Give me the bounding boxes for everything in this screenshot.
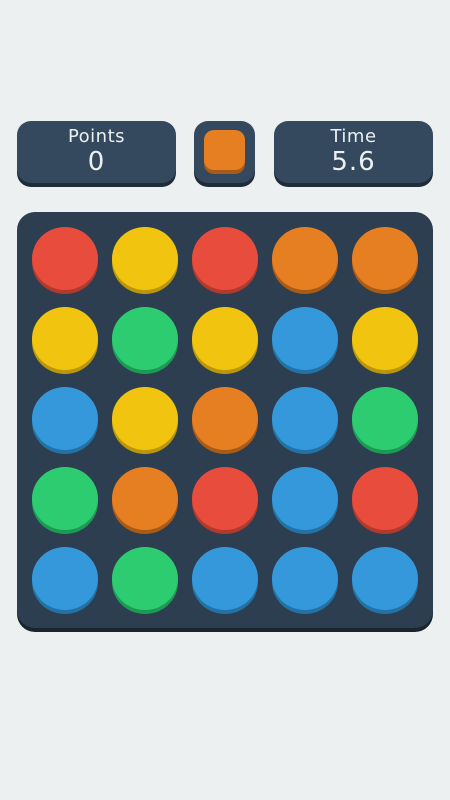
time-label: Time (330, 126, 377, 147)
game-screen: Points 0 Time 5.6 (0, 0, 450, 800)
dot-yellow[interactable] (32, 307, 98, 370)
dot-orange[interactable] (112, 467, 178, 530)
dot-orange[interactable] (352, 227, 418, 290)
points-label: Points (67, 126, 126, 147)
dot-red[interactable] (32, 227, 98, 290)
dot-blue[interactable] (272, 467, 338, 530)
points-panel: Points 0 (17, 121, 176, 183)
dot-blue[interactable] (272, 307, 338, 370)
target-color-swatch (204, 130, 245, 170)
dot-blue[interactable] (272, 547, 338, 610)
dot-yellow[interactable] (352, 307, 418, 370)
dot-orange[interactable] (192, 387, 258, 450)
dot-red[interactable] (352, 467, 418, 530)
dot-grid (32, 227, 418, 613)
dot-yellow[interactable] (192, 307, 258, 370)
game-board (17, 212, 433, 628)
dot-yellow[interactable] (112, 227, 178, 290)
dot-blue[interactable] (272, 387, 338, 450)
dot-green[interactable] (32, 467, 98, 530)
points-value: 0 (87, 147, 106, 177)
target-color-panel (194, 121, 255, 183)
time-value: 5.6 (331, 147, 376, 177)
dot-red[interactable] (192, 227, 258, 290)
dot-orange[interactable] (272, 227, 338, 290)
dot-yellow[interactable] (112, 387, 178, 450)
dot-blue[interactable] (192, 547, 258, 610)
dot-green[interactable] (112, 307, 178, 370)
dot-red[interactable] (192, 467, 258, 530)
dot-blue[interactable] (32, 387, 98, 450)
dot-blue[interactable] (32, 547, 98, 610)
dot-blue[interactable] (352, 547, 418, 610)
dot-green[interactable] (352, 387, 418, 450)
dot-green[interactable] (112, 547, 178, 610)
time-panel: Time 5.6 (274, 121, 433, 183)
